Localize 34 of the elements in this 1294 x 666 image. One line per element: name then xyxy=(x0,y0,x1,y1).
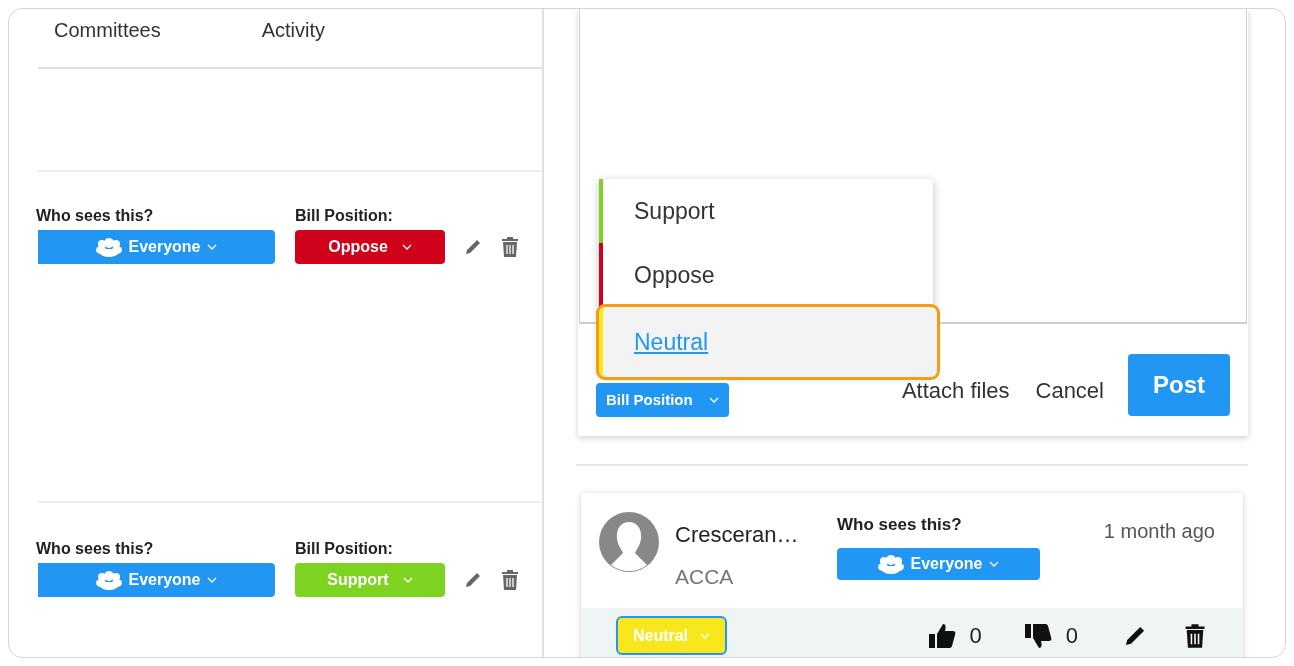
tab[interactable]: Activity xyxy=(261,15,326,45)
organization: ACCA xyxy=(675,564,735,590)
visibility-dropdown[interactable]: Everyone xyxy=(837,547,1040,580)
field-label: Bill Position: xyxy=(295,539,394,559)
visibility-dropdown[interactable]: Everyone xyxy=(38,563,275,597)
trash-icon[interactable] xyxy=(1184,622,1206,649)
tab[interactable]: Committees xyxy=(54,15,161,45)
thumbs-down-icon[interactable] xyxy=(1023,622,1052,649)
field-label: Who sees this? xyxy=(837,514,963,536)
field-label: Bill Position: xyxy=(295,206,394,226)
chevron-icon xyxy=(700,632,711,639)
menu-item[interactable]: Neutral xyxy=(599,307,937,377)
visibility-dropdown[interactable]: Everyone xyxy=(38,230,275,264)
post-button[interactable]: Post xyxy=(1128,354,1230,416)
position-dropdown[interactable]: Support xyxy=(295,563,445,597)
dislike-count: 0 xyxy=(1065,622,1078,650)
position-dropdown[interactable]: Oppose xyxy=(295,230,445,264)
timestamp: 1 month ago xyxy=(1103,519,1215,544)
chevron-icon xyxy=(708,397,719,403)
chevron-icon xyxy=(206,244,217,250)
chevron-icon xyxy=(401,244,412,250)
thumbs-up-icon[interactable] xyxy=(927,622,956,649)
like-count: 0 xyxy=(969,622,982,650)
author-name: Cresceran… xyxy=(675,521,800,549)
chevron-icon xyxy=(402,577,413,583)
position-dropdown[interactable]: Bill Position xyxy=(596,383,729,417)
cancel-button[interactable]: Cancel xyxy=(1035,374,1104,407)
chevron-icon xyxy=(206,577,217,583)
chevron-icon xyxy=(988,560,999,567)
menu-item[interactable]: Support xyxy=(599,179,933,243)
attach-files-link[interactable]: Attach files xyxy=(901,374,1010,407)
avatar-icon xyxy=(599,512,659,572)
field-label: Who sees this? xyxy=(36,539,155,559)
field-label: Who sees this? xyxy=(36,206,155,226)
